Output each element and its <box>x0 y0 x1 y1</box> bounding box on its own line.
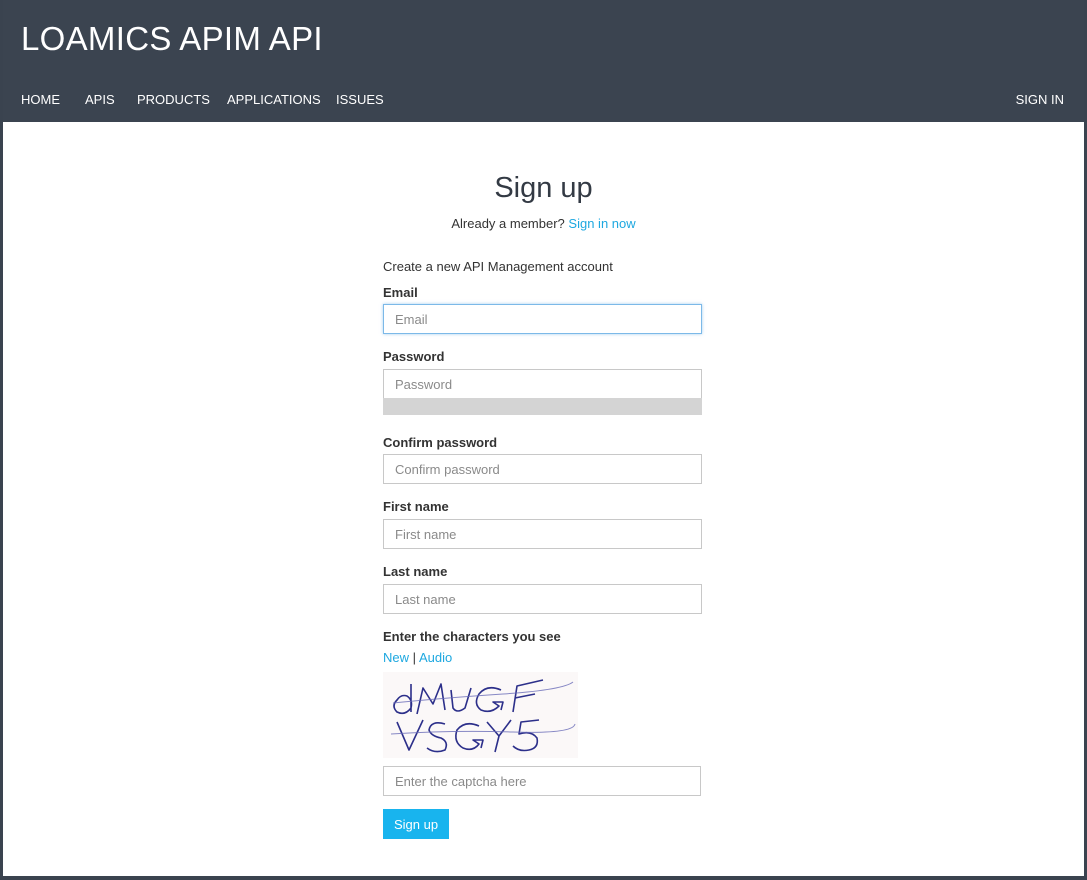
captcha-new-link[interactable]: New <box>383 650 409 665</box>
site-title[interactable]: LOAMICS APIM API <box>21 20 323 58</box>
nav-home[interactable]: HOME <box>21 92 60 107</box>
first-name-label: First name <box>383 499 449 514</box>
captcha-link-separator: | <box>412 650 417 665</box>
nav-apis[interactable]: APIS <box>85 92 115 107</box>
member-prompt: Already a member? Sign in now <box>3 216 1084 231</box>
email-label: Email <box>383 285 418 300</box>
captcha-field[interactable] <box>383 766 701 796</box>
captcha-audio-link[interactable]: Audio <box>419 650 452 665</box>
confirm-password-label: Confirm password <box>383 435 498 450</box>
last-name-field[interactable] <box>383 584 702 614</box>
captcha-links: New | Audio <box>383 650 452 665</box>
form-subtitle: Create a new API Management account <box>383 259 613 274</box>
email-field[interactable] <box>383 304 702 334</box>
confirm-password-field[interactable] <box>383 454 702 484</box>
first-name-field[interactable] <box>383 519 702 549</box>
page-title: Sign up <box>494 172 593 204</box>
nav-issues[interactable]: ISSUES <box>336 92 384 107</box>
member-prompt-text: Already a member? <box>451 216 565 231</box>
nav-sign-in[interactable]: SIGN IN <box>1016 92 1064 107</box>
sign-up-button[interactable]: Sign up <box>383 809 449 839</box>
sign-in-now-link[interactable]: Sign in now <box>568 216 635 231</box>
captcha-label: Enter the characters you see <box>383 629 561 644</box>
password-label: Password <box>383 349 445 364</box>
last-name-label: Last name <box>383 564 448 579</box>
captcha-glyphs <box>390 679 576 753</box>
site-header: LOAMICS APIM API HOME APIS PRODUCTS APPL… <box>3 0 1084 122</box>
nav-applications[interactable]: APPLICATIONS <box>227 92 321 107</box>
nav-products[interactable]: PRODUCTS <box>137 92 210 107</box>
captcha-image <box>383 672 578 758</box>
page-frame: LOAMICS APIM API HOME APIS PRODUCTS APPL… <box>3 0 1084 876</box>
password-field[interactable] <box>383 369 702 399</box>
password-strength-bar <box>383 398 702 415</box>
